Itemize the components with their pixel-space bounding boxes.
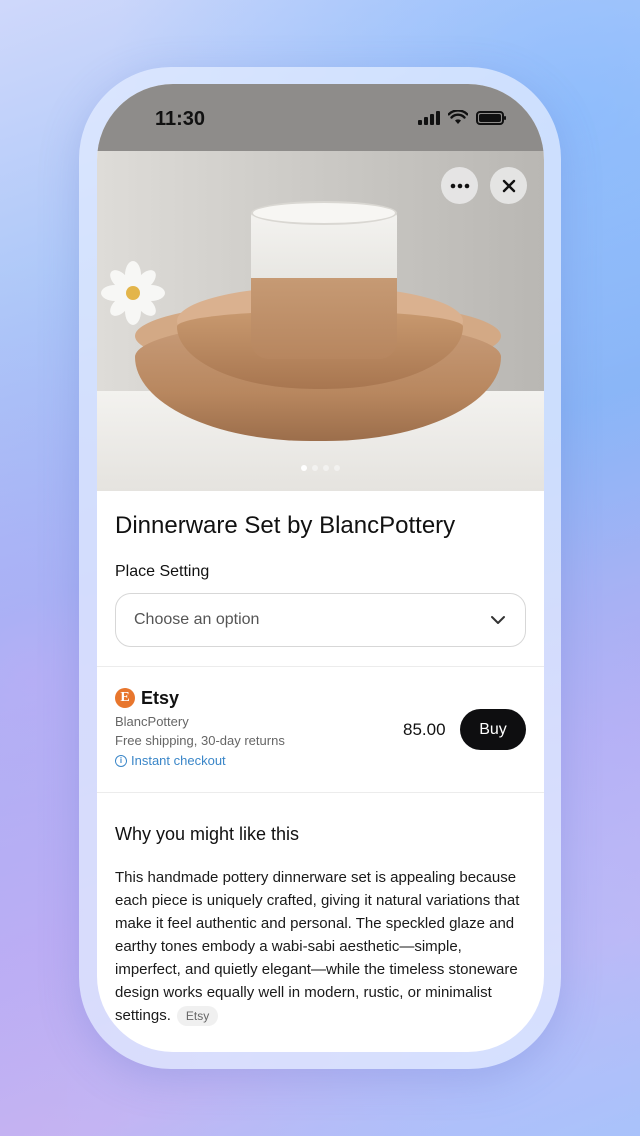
close-button[interactable] <box>490 167 527 204</box>
instant-checkout-link[interactable]: i Instant checkout <box>115 753 226 768</box>
pager-dot[interactable] <box>301 465 307 471</box>
option-select-placeholder: Choose an option <box>134 611 260 628</box>
chevron-down-icon <box>491 616 505 624</box>
why-section-body: This handmade pottery dinnerware set is … <box>115 866 531 1027</box>
pager-dot[interactable] <box>334 465 340 471</box>
close-icon <box>502 179 515 192</box>
why-section-title: Why you might like this <box>115 824 300 844</box>
product-image[interactable] <box>97 151 544 491</box>
divider <box>97 792 544 793</box>
battery-icon <box>476 110 506 125</box>
shipping-info: Free shipping, 30-day returns <box>115 733 285 748</box>
pager-dot[interactable] <box>323 465 329 471</box>
price: 85.00 <box>403 720 446 739</box>
option-label: Place Setting <box>115 563 210 580</box>
source-chip[interactable]: Etsy <box>176 1006 219 1026</box>
cup-rim <box>251 201 397 225</box>
pager-dot[interactable] <box>312 465 318 471</box>
product-title: Dinnerware Set by BlancPottery <box>115 512 456 539</box>
why-body-text: This handmade pottery dinnerware set is … <box>115 869 520 1024</box>
status-icons <box>418 110 506 125</box>
flower-shape <box>101 261 165 325</box>
option-select[interactable]: Choose an option <box>115 593 526 647</box>
status-time: 11:30 <box>155 108 206 130</box>
merchant-name: Etsy <box>141 688 180 708</box>
seller-name: BlancPottery <box>115 714 189 729</box>
phone-screen: 11:30 Dinnerware Set by BlancPottery Pla… <box>97 84 544 1052</box>
more-icon <box>450 183 469 188</box>
status-bar: 11:30 <box>97 84 544 151</box>
info-icon: i <box>115 754 127 767</box>
more-button[interactable] <box>441 167 478 204</box>
etsy-logo-icon: E <box>115 688 135 708</box>
wifi-icon <box>448 110 468 124</box>
image-pager[interactable] <box>97 465 544 471</box>
buy-button[interactable]: Buy <box>460 709 526 750</box>
signal-icon <box>418 110 440 125</box>
divider <box>97 666 544 667</box>
instant-checkout-label: Instant checkout <box>131 753 226 768</box>
cup <box>251 209 397 359</box>
